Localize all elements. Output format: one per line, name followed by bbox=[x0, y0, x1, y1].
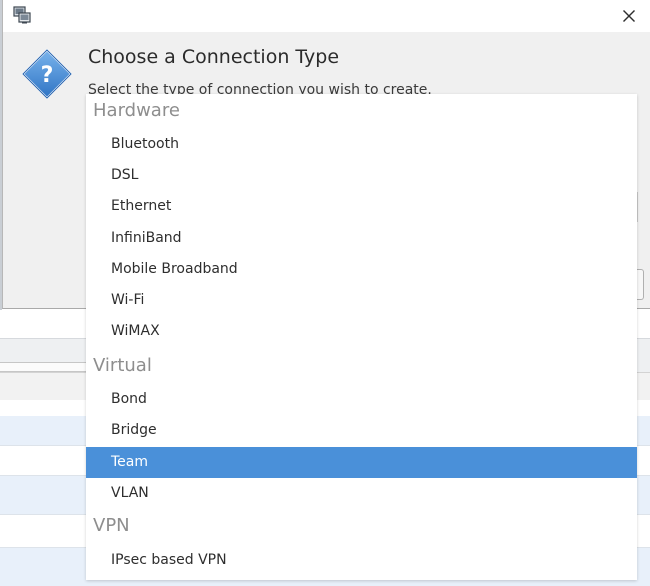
menu-header-hardware: Hardware bbox=[93, 100, 180, 121]
dialog-title: Choose a Connection Type bbox=[88, 46, 340, 68]
menu-item-label: VLAN bbox=[111, 485, 149, 501]
menu-item-label: Ethernet bbox=[111, 198, 172, 214]
menu-item-label: Bluetooth bbox=[111, 136, 179, 152]
network-connections-icon bbox=[13, 6, 31, 24]
menu-item-bond[interactable]: Bond bbox=[86, 384, 637, 415]
question-icon: ? bbox=[21, 48, 73, 100]
dialog-titlebar bbox=[3, 0, 650, 32]
menu-item-mobile-broadband[interactable]: Mobile Broadband bbox=[86, 254, 637, 285]
close-icon bbox=[623, 10, 635, 22]
menu-item-dsl[interactable]: DSL bbox=[86, 160, 637, 191]
menu-item-label: WiMAX bbox=[111, 323, 160, 339]
menu-item-label: DSL bbox=[111, 167, 139, 183]
menu-header-virtual: Virtual bbox=[93, 355, 152, 376]
menu-item-label: Wi-Fi bbox=[111, 292, 145, 308]
menu-item-wimax[interactable]: WiMAX bbox=[86, 316, 637, 347]
menu-item-label: Team bbox=[111, 454, 149, 470]
menu-item-infiniband[interactable]: InfiniBand bbox=[86, 223, 637, 254]
menu-header-vpn: VPN bbox=[93, 515, 130, 536]
menu-item-bluetooth[interactable]: Bluetooth bbox=[86, 129, 637, 160]
menu-item-ethernet[interactable]: Ethernet bbox=[86, 191, 637, 222]
menu-item-ipsec-vpn[interactable]: IPsec based VPN bbox=[86, 545, 637, 576]
close-button[interactable] bbox=[617, 4, 641, 28]
menu-item-bridge[interactable]: Bridge bbox=[86, 415, 637, 446]
svg-text:?: ? bbox=[41, 63, 54, 88]
menu-item-label: InfiniBand bbox=[111, 230, 182, 246]
connection-type-menu: Hardware Bluetooth DSL Ethernet InfiniBa… bbox=[86, 94, 637, 580]
background-progress-field bbox=[0, 362, 87, 372]
menu-item-label: IPsec based VPN bbox=[111, 552, 227, 568]
menu-item-team[interactable]: Team bbox=[86, 447, 637, 478]
dialog-field-edge bbox=[637, 192, 638, 222]
menu-item-label: Bond bbox=[111, 391, 147, 407]
dialog-button[interactable] bbox=[637, 269, 644, 300]
menu-item-wifi[interactable]: Wi-Fi bbox=[86, 285, 637, 316]
menu-item-vlan[interactable]: VLAN bbox=[86, 478, 637, 509]
menu-item-label: Mobile Broadband bbox=[111, 261, 238, 277]
menu-item-label: Bridge bbox=[111, 422, 157, 438]
